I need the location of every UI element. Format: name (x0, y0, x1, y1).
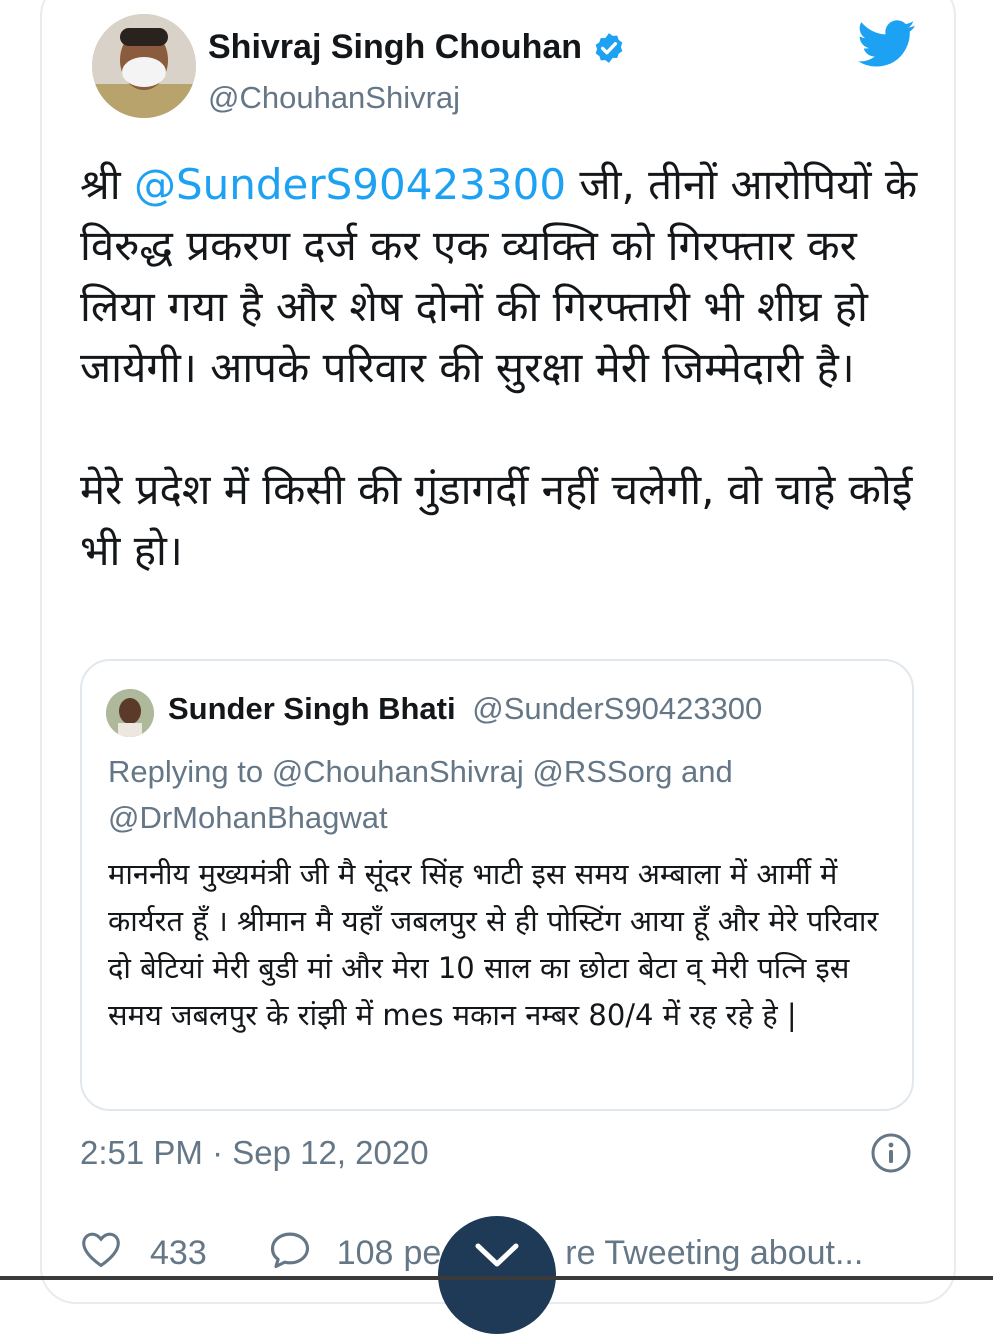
twitter-bird-icon[interactable] (858, 20, 916, 68)
reply-suffix: pe (403, 1233, 442, 1272)
quoted-tweet[interactable]: Sunder Singh Bhati @SunderS90423300 Repl… (80, 659, 914, 1111)
quoted-author-avatar[interactable] (106, 689, 154, 737)
author-name-row[interactable]: Shivraj Singh Chouhan (208, 28, 626, 67)
screen-bottom-edge (0, 1276, 993, 1280)
author-handle[interactable]: @ChouhanShivraj (208, 80, 460, 116)
tweet-text-para2: मेरे प्रदेश में किसी की गुंडागर्दी नहीं … (80, 465, 913, 575)
verified-badge-icon (592, 31, 626, 65)
replying-to: Replying to @ChouhanShivraj @RSSorg and … (108, 754, 733, 835)
author-name[interactable]: Shivraj Singh Chouhan (208, 28, 582, 67)
chevron-down-icon (475, 1243, 519, 1267)
like-count: 433 (150, 1233, 207, 1272)
reply-action[interactable]: 108 pe (269, 1229, 442, 1278)
reply-icon[interactable] (269, 1229, 311, 1278)
mention-link[interactable]: @SunderS90423300 (134, 160, 566, 209)
like-action[interactable]: 433 (80, 1230, 207, 1277)
tweet-text-prefix: श्री (80, 160, 134, 209)
quoted-author-name[interactable]: Sunder Singh Bhati (168, 691, 456, 726)
info-icon[interactable] (870, 1132, 912, 1174)
quoted-tweet-text: माननीय मुख्यमंत्री जी मै सूंदर सिंह भाटी… (108, 857, 879, 1032)
tweet-body: श्री @SunderS90423300 जी, तीनों आरोपियों… (80, 154, 920, 581)
reply-count: 108 (336, 1233, 394, 1272)
scroll-down-button[interactable] (438, 1216, 556, 1334)
tweeting-about-text[interactable]: re Tweeting about... (565, 1234, 863, 1273)
quoted-author-handle[interactable]: @SunderS90423300 (472, 691, 762, 726)
tweet-timestamp[interactable]: 2:51 PM · Sep 12, 2020 (80, 1134, 429, 1172)
quoted-author-row[interactable]: Sunder Singh Bhati @SunderS90423300 (168, 691, 762, 727)
heart-icon[interactable] (80, 1230, 122, 1277)
author-avatar[interactable] (92, 14, 196, 118)
tweeting-about-link[interactable]: re Tweeting about... (565, 1234, 863, 1273)
